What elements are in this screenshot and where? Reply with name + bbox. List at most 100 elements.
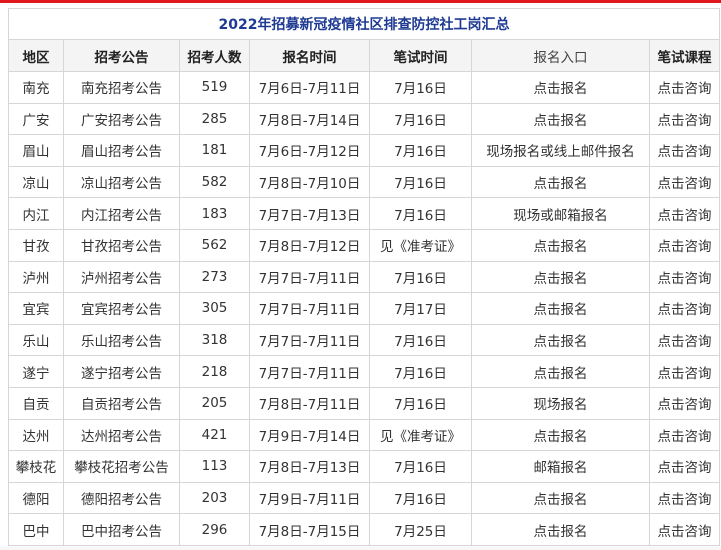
consult-link[interactable]: 点击咨询 xyxy=(648,228,721,262)
consult-link[interactable]: 点击咨询 xyxy=(648,481,721,515)
header-course: 笔试课程 xyxy=(648,39,721,72)
cell-count: 113 xyxy=(179,450,250,483)
entry-link[interactable]: 点击报名 xyxy=(471,481,650,515)
notice-link[interactable]: 攀枝花招考公告 xyxy=(63,450,180,483)
header-reg-time: 报名时间 xyxy=(249,39,370,72)
consult-link[interactable]: 点击咨询 xyxy=(648,260,721,294)
cell-exam-time: 7月16日 xyxy=(369,355,472,388)
entry-link[interactable]: 点击报名 xyxy=(471,355,650,388)
cell-region: 宜宾 xyxy=(8,292,64,325)
cell-region: 遂宁 xyxy=(8,355,64,388)
consult-link[interactable]: 点击咨询 xyxy=(648,323,721,357)
entry-link[interactable]: 点击报名 xyxy=(471,165,650,199)
notice-link[interactable]: 乐山招考公告 xyxy=(63,323,180,357)
entry-link[interactable]: 点击报名 xyxy=(471,228,650,262)
entry-link[interactable]: 点击报名 xyxy=(471,323,650,357)
entry-link[interactable]: 现场或邮箱报名 xyxy=(471,197,650,230)
table-row: 乐山 乐山招考公告 318 7月7日-7月11日 7月16日 点击报名 点击咨询 xyxy=(8,323,721,357)
cell-region: 凉山 xyxy=(8,165,64,199)
cell-exam-time: 7月16日 xyxy=(369,386,472,420)
cell-reg-time: 7月7日-7月13日 xyxy=(249,197,370,230)
notice-link[interactable]: 宜宾招考公告 xyxy=(63,292,180,325)
notice-link[interactable]: 广安招考公告 xyxy=(63,102,180,136)
entry-link[interactable]: 点击报名 xyxy=(471,71,650,104)
cell-count: 218 xyxy=(179,355,250,388)
table-row: 广安 广安招考公告 285 7月8日-7月14日 7月16日 点击报名 点击咨询 xyxy=(8,102,721,136)
header-entry: 报名入口 xyxy=(471,39,650,72)
title-row: 2022年招募新冠疫情社区排查防控社工岗汇总 xyxy=(7,8,721,40)
table-row: 自贡 自贡招考公告 205 7月8日-7月11日 7月16日 现场报名 点击咨询 xyxy=(8,386,721,420)
notice-link[interactable]: 德阳招考公告 xyxy=(63,481,180,515)
notice-link[interactable]: 遂宁招考公告 xyxy=(63,355,180,388)
cell-exam-time: 7月16日 xyxy=(369,450,472,483)
consult-link[interactable]: 点击咨询 xyxy=(648,450,721,483)
cell-reg-time: 7月8日-7月15日 xyxy=(249,513,370,546)
consult-link[interactable]: 点击咨询 xyxy=(648,102,721,136)
entry-link[interactable]: 点击报名 xyxy=(471,418,650,452)
cell-reg-time: 7月7日-7月11日 xyxy=(249,260,370,294)
cell-reg-time: 7月8日-7月10日 xyxy=(249,165,370,199)
entry-link[interactable]: 现场报名或线上邮件报名 xyxy=(471,134,650,167)
notice-link[interactable]: 甘孜招考公告 xyxy=(63,228,180,262)
header-exam-time: 笔试时间 xyxy=(369,39,472,72)
cell-count: 562 xyxy=(179,228,250,262)
notice-link[interactable]: 眉山招考公告 xyxy=(63,134,180,167)
consult-link[interactable]: 点击咨询 xyxy=(648,292,721,325)
table-row: 遂宁 遂宁招考公告 218 7月7日-7月11日 7月16日 点击报名 点击咨询 xyxy=(8,355,721,388)
entry-link[interactable]: 点击报名 xyxy=(471,102,650,136)
cell-region: 巴中 xyxy=(8,513,64,546)
notice-link[interactable]: 泸州招考公告 xyxy=(63,260,180,294)
cell-count: 183 xyxy=(179,197,250,230)
cell-count: 203 xyxy=(179,481,250,515)
consult-link[interactable]: 点击咨询 xyxy=(648,165,721,199)
header-row: 地区 招考公告 招考人数 报名时间 笔试时间 报名入口 笔试课程 xyxy=(8,39,721,72)
notice-link[interactable]: 自贡招考公告 xyxy=(63,386,180,420)
cell-count: 318 xyxy=(179,323,250,357)
cell-region: 广安 xyxy=(8,102,64,136)
table-title: 2022年招募新冠疫情社区排查防控社工岗汇总 xyxy=(7,8,721,40)
cell-region: 泸州 xyxy=(8,260,64,294)
cell-region: 乐山 xyxy=(8,323,64,357)
cell-reg-time: 7月6日-7月12日 xyxy=(249,134,370,167)
notice-link[interactable]: 凉山招考公告 xyxy=(63,165,180,199)
cell-exam-time: 7月16日 xyxy=(369,323,472,357)
cell-region: 达州 xyxy=(8,418,64,452)
cell-count: 421 xyxy=(179,418,250,452)
notice-link[interactable]: 巴中招考公告 xyxy=(63,513,180,546)
cell-reg-time: 7月8日-7月13日 xyxy=(249,450,370,483)
consult-link[interactable]: 点击咨询 xyxy=(648,197,721,230)
consult-link[interactable]: 点击咨询 xyxy=(648,71,721,104)
cell-region: 内江 xyxy=(8,197,64,230)
cell-reg-time: 7月7日-7月11日 xyxy=(249,355,370,388)
cell-count: 305 xyxy=(179,292,250,325)
entry-link[interactable]: 点击报名 xyxy=(471,292,650,325)
cell-exam-time: 7月16日 xyxy=(369,102,472,136)
cell-exam-time: 7月16日 xyxy=(369,134,472,167)
notice-link[interactable]: 内江招考公告 xyxy=(63,197,180,230)
consult-link[interactable]: 点击咨询 xyxy=(648,513,721,546)
consult-link[interactable]: 点击咨询 xyxy=(648,418,721,452)
cell-region: 甘孜 xyxy=(8,228,64,262)
consult-link[interactable]: 点击咨询 xyxy=(648,355,721,388)
cell-count: 582 xyxy=(179,165,250,199)
consult-link[interactable]: 点击咨询 xyxy=(648,134,721,167)
notice-link[interactable]: 达州招考公告 xyxy=(63,418,180,452)
cell-reg-time: 7月8日-7月12日 xyxy=(249,228,370,262)
recruitment-table: 2022年招募新冠疫情社区排查防控社工岗汇总 地区 招考公告 招考人数 报名时间… xyxy=(7,8,721,546)
cell-count: 273 xyxy=(179,260,250,294)
cell-exam-time: 7月16日 xyxy=(369,165,472,199)
cell-region: 眉山 xyxy=(8,134,64,167)
entry-link[interactable]: 点击报名 xyxy=(471,513,650,546)
entry-link[interactable]: 点击报名 xyxy=(471,260,650,294)
consult-link[interactable]: 点击咨询 xyxy=(648,386,721,420)
entry-link[interactable]: 现场报名 xyxy=(471,386,650,420)
table-row: 眉山 眉山招考公告 181 7月6日-7月12日 7月16日 现场报名或线上邮件报名 点击咨… xyxy=(8,134,721,167)
cell-reg-time: 7月6日-7月11日 xyxy=(249,71,370,104)
cell-count: 519 xyxy=(179,71,250,104)
cell-exam-time: 7月16日 xyxy=(369,71,472,104)
cell-region: 自贡 xyxy=(8,386,64,420)
table-row: 巴中 巴中招考公告 296 7月8日-7月15日 7月25日 点击报名 点击咨询 xyxy=(8,513,721,546)
notice-link[interactable]: 南充招考公告 xyxy=(63,71,180,104)
top-accent-bar xyxy=(0,0,721,3)
entry-link[interactable]: 邮箱报名 xyxy=(471,450,650,483)
